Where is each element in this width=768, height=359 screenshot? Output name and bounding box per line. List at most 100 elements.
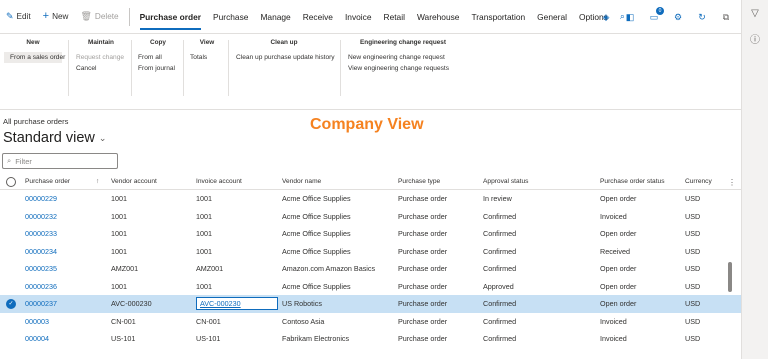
new-button[interactable]: + New — [37, 0, 75, 34]
table-row[interactable]: 00000234 1001 1001 Acme Office Supplies Purc… — [0, 243, 741, 261]
cell-currency: USD — [685, 334, 701, 344]
tab-transportation[interactable]: Transportation — [465, 0, 531, 34]
col-invoice-account[interactable]: Invoice account — [196, 174, 242, 189]
chevron-down-icon: ⌄ — [98, 132, 107, 143]
refresh-icon[interactable]: ↻ — [695, 10, 709, 24]
cell-purchase-order[interactable]: 00000237 — [25, 295, 57, 313]
view-selector[interactable]: Standard view ⌄ — [3, 130, 106, 146]
col-approval-status[interactable]: Approval status — [483, 174, 528, 189]
col-vendor-name[interactable]: Vendor name — [282, 174, 321, 189]
cell-invoice-account: CN-001 — [196, 316, 221, 326]
tab-purchase[interactable]: Purchase — [207, 0, 254, 34]
edit-button[interactable]: ✎ Edit — [0, 0, 37, 34]
info-icon[interactable]: ⓘ — [750, 31, 760, 46]
request-change-button[interactable]: Request change — [76, 52, 126, 63]
group-ecr-title: Engineering change request — [360, 39, 446, 46]
tab-general[interactable]: General — [531, 0, 573, 34]
tab-retail[interactable]: Retail — [378, 0, 411, 34]
table-row[interactable]: 000004 US-101 US-101 Fabrikam Electronics Pu… — [0, 330, 741, 348]
select-all-checkbox[interactable] — [6, 176, 16, 187]
sort-ascending-icon[interactable]: ↑ — [96, 174, 99, 189]
table-row[interactable]: ✓ 00000237 AVC-000230 AVC-000230 US Robotics… — [0, 295, 741, 313]
cell-vendor-name: Acme Office Supplies — [282, 211, 351, 221]
tab-manage[interactable]: Manage — [254, 0, 296, 34]
vertical-scrollbar[interactable] — [728, 262, 732, 292]
cell-purchase-type: Purchase order — [398, 194, 448, 204]
group-new: New From a sales order — [4, 39, 65, 101]
group-view: View Totals — [190, 39, 224, 101]
cell-vendor-account: AMZ001 — [111, 264, 139, 274]
copy-from-journal-button[interactable]: From journal — [138, 63, 178, 74]
cleanup-history-button[interactable]: Clean up purchase update history — [236, 52, 335, 63]
new-ecr-button[interactable]: New engineering change request — [348, 52, 458, 63]
group-copy: Copy From all From journal — [138, 39, 178, 101]
trash-icon: 🗑 — [80, 11, 92, 21]
tab-warehouse[interactable]: Warehouse — [411, 0, 466, 34]
col-vendor-account[interactable]: Vendor account — [111, 174, 157, 189]
cell-po-status: Open order — [600, 194, 637, 204]
col-purchase-order[interactable]: Purchase order — [25, 174, 70, 189]
table-row[interactable]: 000003 CN-001 CN-001 Contoso Asia Purchase o… — [0, 313, 741, 331]
group-new-title: New — [26, 39, 40, 46]
tab-purchase-order[interactable]: Purchase order — [134, 0, 207, 34]
filter-placeholder: Filter — [15, 156, 32, 166]
plus-icon: + — [42, 10, 50, 22]
copy-from-all-button[interactable]: From all — [138, 52, 178, 63]
company-view-overlay: Company View — [310, 116, 424, 133]
delete-button[interactable]: 🗑 Delete — [74, 0, 124, 34]
command-bar: ✎ Edit + New 🗑 Delete Purchase order Pur… — [0, 0, 741, 34]
table-row[interactable]: 00000233 1001 1001 Acme Office Supplies Purc… — [0, 225, 741, 243]
col-po-status[interactable]: Purchase order status — [600, 174, 665, 189]
cell-approval-status: Confirmed — [483, 229, 517, 239]
cell-po-status: Received — [600, 246, 630, 256]
cell-purchase-order[interactable]: 00000235 — [25, 260, 57, 278]
cancel-button[interactable]: Cancel — [76, 63, 126, 74]
attachments-icon[interactable]: ▭ 0 — [647, 7, 664, 24]
cell-currency: USD — [685, 246, 701, 256]
from-sales-order-button[interactable]: From a sales order — [4, 52, 65, 63]
cell-vendor-account: 1001 — [111, 211, 127, 221]
cell-purchase-order[interactable]: 00000236 — [25, 278, 57, 296]
group-engineering-change: Engineering change request New engineeri… — [348, 39, 458, 101]
tab-receive[interactable]: Receive — [297, 0, 339, 34]
cell-invoice-account: AVC-000230 — [196, 295, 278, 313]
cell-purchase-order[interactable]: 00000232 — [25, 208, 57, 226]
cell-po-status: Open order — [600, 229, 637, 239]
more-options-icon[interactable]: ⋮ — [728, 178, 736, 187]
table-row[interactable]: 00000232 1001 1001 Acme Office Supplies Purc… — [0, 208, 741, 226]
cell-po-status: Invoiced — [600, 316, 627, 326]
filter-input[interactable]: ⌕ Filter — [2, 153, 118, 169]
cell-invoice-account: 1001 — [196, 229, 212, 239]
office-icon[interactable]: ◧ — [623, 10, 637, 24]
diamond-icon[interactable]: ◈ — [599, 10, 613, 24]
cell-purchase-order[interactable]: 000003 — [25, 313, 49, 331]
invoice-account-input[interactable]: AVC-000230 — [196, 297, 278, 311]
cell-vendor-name: Acme Office Supplies — [282, 229, 351, 239]
col-currency[interactable]: Currency — [685, 174, 712, 189]
view-ecr-button[interactable]: View engineering change requests — [348, 63, 458, 74]
row-select-checkbox[interactable]: ✓ — [6, 298, 16, 309]
cell-currency: USD — [685, 281, 701, 291]
popout-icon[interactable]: ⧉ — [719, 10, 733, 24]
totals-button[interactable]: Totals — [190, 52, 224, 63]
tab-invoice[interactable]: Invoice — [339, 0, 378, 34]
grid-body: 00000229 1001 1001 Acme Office Supplies Purc… — [0, 190, 741, 348]
cell-approval-status: Confirmed — [483, 334, 517, 344]
table-row[interactable]: 00000229 1001 1001 Acme Office Supplies Purc… — [0, 190, 741, 208]
grid-header: Purchase order ↑ Vendor account Invoice … — [0, 174, 741, 190]
settings-icon[interactable]: ⚙ — [671, 10, 685, 24]
cell-vendor-account: AVC-000230 — [111, 299, 152, 309]
cell-approval-status: Confirmed — [483, 211, 517, 221]
cell-purchase-order[interactable]: 00000234 — [25, 243, 57, 261]
table-row[interactable]: 00000236 1001 1001 Acme Office Supplies Purc… — [0, 278, 741, 296]
cell-purchase-order[interactable]: 000004 — [25, 330, 49, 348]
filter-pane-icon[interactable]: ▽ — [751, 8, 759, 19]
cell-vendor-account: US-101 — [111, 334, 136, 344]
cell-purchase-order[interactable]: 00000233 — [25, 225, 57, 243]
group-maintain-title: Maintain — [88, 39, 114, 46]
cell-po-status: Invoiced — [600, 211, 627, 221]
table-row[interactable]: 00000235 AMZ001 AMZ001 Amazon.com Amazon Ba… — [0, 260, 741, 278]
col-purchase-type[interactable]: Purchase type — [398, 174, 440, 189]
cell-invoice-account: US-101 — [196, 334, 221, 344]
cell-purchase-order[interactable]: 00000229 — [25, 190, 57, 208]
